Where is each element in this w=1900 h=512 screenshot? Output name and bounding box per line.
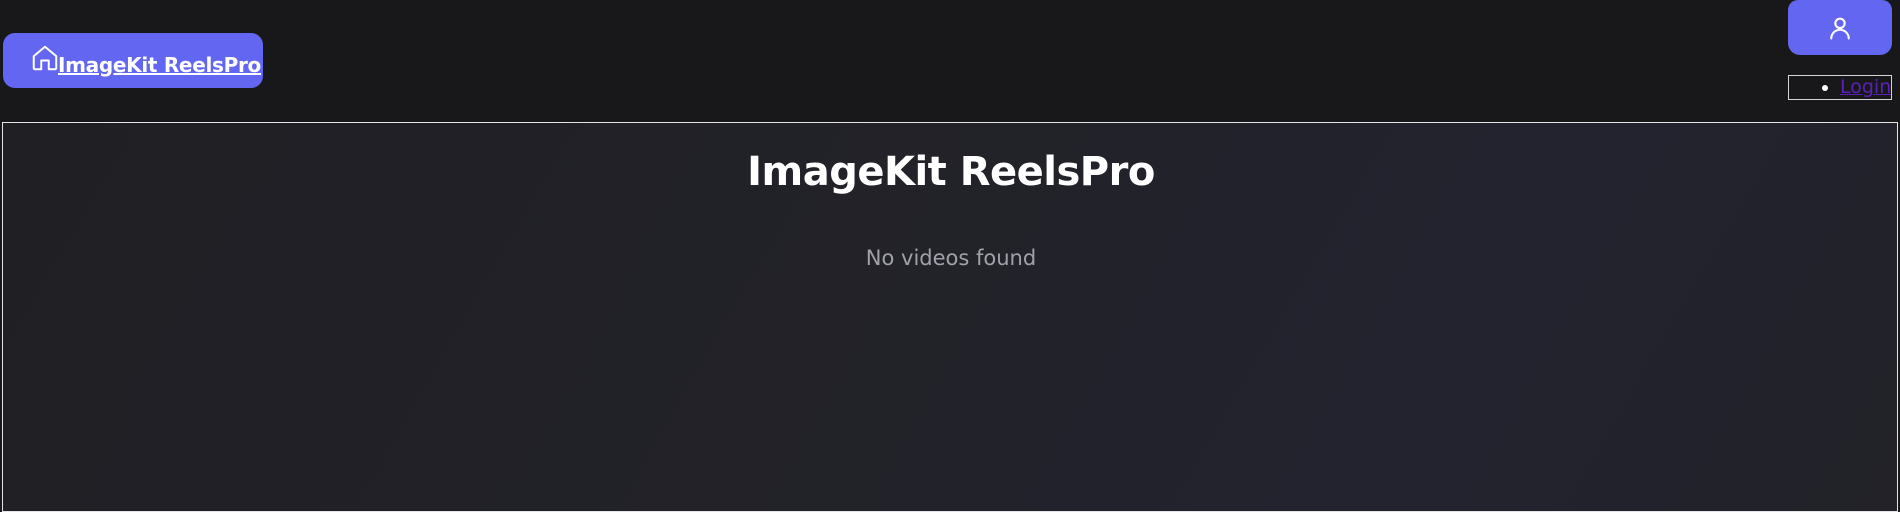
- menu-item-login: Login: [1789, 76, 1891, 99]
- empty-state-message: No videos found: [865, 246, 1037, 270]
- user-dropdown-menu: Login: [1788, 75, 1892, 100]
- navbar: ImageKit ReelsPro Login: [0, 0, 1900, 122]
- login-link[interactable]: Login: [1840, 76, 1891, 98]
- user-icon: [1830, 17, 1850, 40]
- user-menu-button[interactable]: [1788, 0, 1892, 55]
- home-button[interactable]: ImageKit ReelsPro: [3, 33, 263, 88]
- bullet-icon: [1822, 85, 1828, 91]
- page-title: ImageKit ReelsPro: [747, 149, 1155, 195]
- home-icon: [32, 45, 58, 71]
- main-content: ImageKit ReelsPro No videos found: [2, 122, 1898, 512]
- home-button-label: ImageKit ReelsPro: [58, 53, 261, 77]
